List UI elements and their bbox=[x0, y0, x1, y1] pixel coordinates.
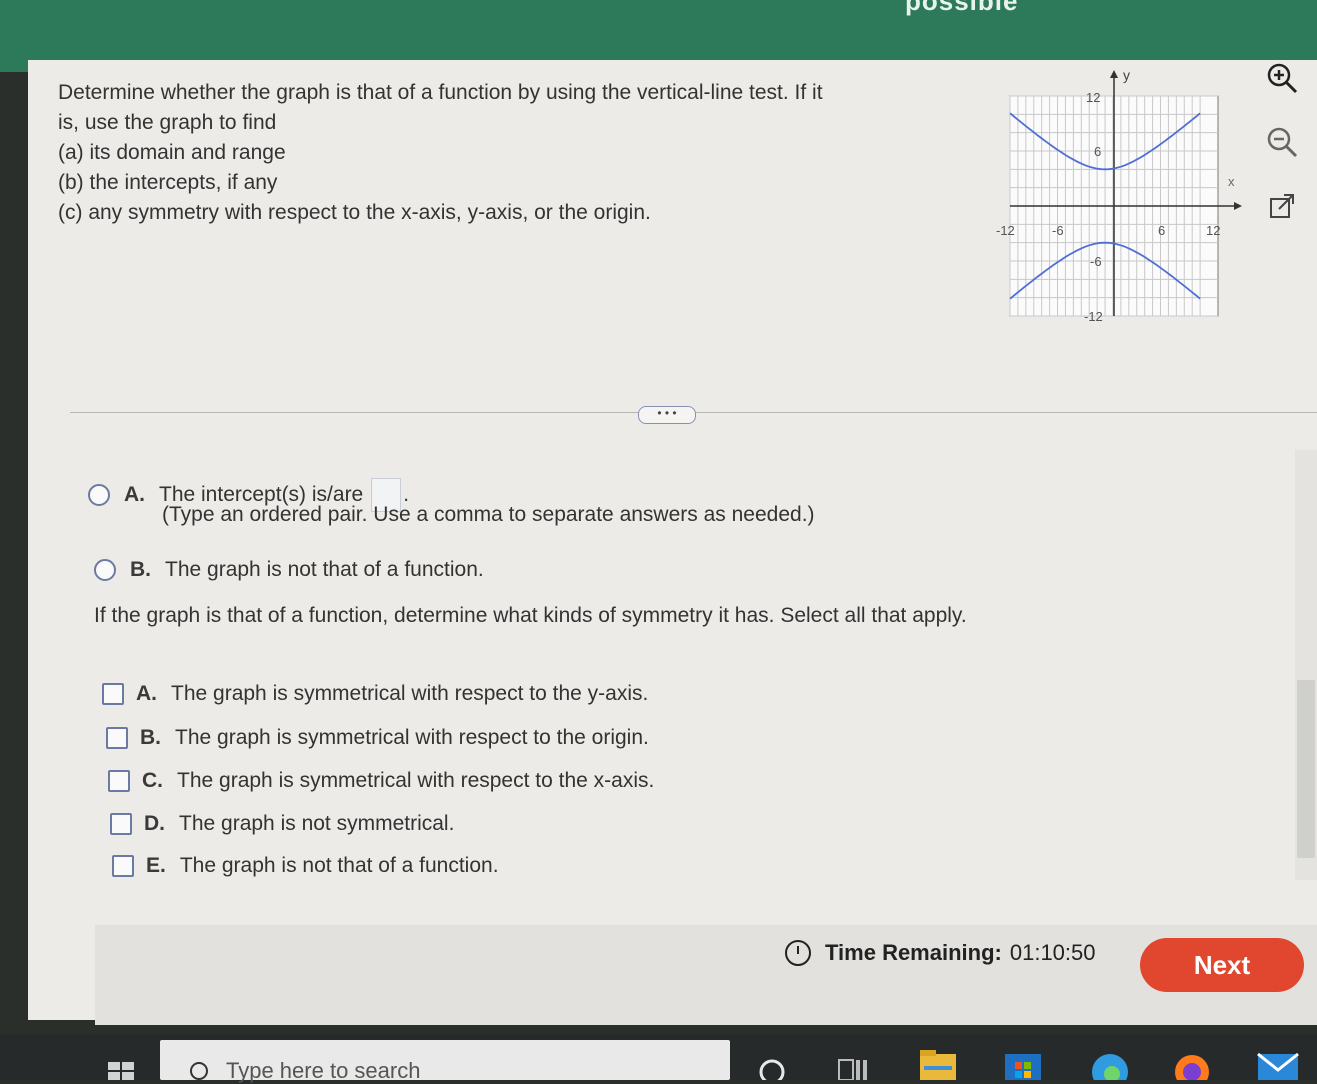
tick-label-y: 12 bbox=[1086, 90, 1100, 105]
scrollbar-thumb[interactable] bbox=[1297, 680, 1315, 858]
tick-label-x: -12 bbox=[996, 223, 1015, 238]
question-prompt: Determine whether the graph is that of a… bbox=[58, 78, 938, 228]
symmetry-option-c[interactable]: C. The graph is symmetrical with respect… bbox=[108, 769, 654, 793]
checkbox[interactable] bbox=[102, 683, 124, 705]
zoom-out-button[interactable] bbox=[1262, 122, 1302, 162]
x-axis-arrow bbox=[1234, 202, 1242, 210]
function-graph[interactable]: y x 12 6 -6 -12 -12 -6 6 12 bbox=[990, 62, 1255, 332]
prompt-line: (b) the intercepts, if any bbox=[58, 171, 278, 194]
option-text: The graph is not that of a function. bbox=[165, 558, 484, 581]
symmetry-option-b[interactable]: B. The graph is symmetrical with respect… bbox=[106, 726, 649, 750]
timer-value: 01:10:50 bbox=[1009, 940, 1096, 965]
y-axis-label: y bbox=[1123, 67, 1130, 83]
prompt-line: (a) its domain and range bbox=[58, 141, 286, 164]
radio-button[interactable] bbox=[94, 559, 116, 581]
tick-label-x: 12 bbox=[1206, 223, 1220, 238]
edge-browser-icon[interactable] bbox=[1090, 1048, 1130, 1080]
option-text: The graph is not that of a function. bbox=[179, 854, 499, 877]
search-placeholder: Type here to search bbox=[226, 1058, 421, 1083]
symmetry-option-d[interactable]: D. The graph is not symmetrical. bbox=[110, 812, 454, 836]
option-letter: B. bbox=[140, 726, 161, 749]
option-letter: C. bbox=[142, 769, 163, 792]
cortana-icon[interactable] bbox=[758, 1048, 786, 1080]
option-text: The graph is not symmetrical. bbox=[179, 812, 455, 835]
search-icon bbox=[190, 1062, 208, 1080]
header-title: possible bbox=[905, 0, 1019, 16]
y-axis-arrow bbox=[1110, 70, 1118, 78]
mail-icon[interactable] bbox=[1255, 1048, 1301, 1080]
x-axis-label: x bbox=[1228, 174, 1235, 189]
popout-button[interactable] bbox=[1262, 186, 1302, 226]
option-text: The graph is symmetrical with respect to… bbox=[175, 726, 649, 749]
symmetry-option-e[interactable]: E. The graph is not that of a function. bbox=[112, 854, 499, 878]
taskbar-search[interactable]: Type here to search bbox=[160, 1040, 730, 1083]
zoom-in-icon bbox=[1267, 63, 1298, 94]
zoom-out-icon bbox=[1267, 127, 1298, 158]
checkbox[interactable] bbox=[106, 727, 128, 749]
tick-label-y: -6 bbox=[1090, 254, 1102, 269]
scrollbar[interactable] bbox=[1295, 450, 1317, 880]
timer-label: Time Remaining: bbox=[825, 940, 1002, 965]
file-explorer-icon[interactable] bbox=[918, 1048, 958, 1080]
time-remaining: Time Remaining: 01:10:50 bbox=[785, 940, 1096, 966]
checkbox[interactable] bbox=[112, 855, 134, 877]
graph-toolbar bbox=[1262, 58, 1306, 250]
prompt-line: is, use the graph to find bbox=[58, 111, 277, 134]
zoom-in-button[interactable] bbox=[1262, 58, 1302, 98]
option-letter: B. bbox=[130, 558, 151, 581]
tick-label-x: 6 bbox=[1158, 223, 1165, 238]
popout-icon bbox=[1270, 194, 1294, 218]
option-b-not-function[interactable]: B. The graph is not that of a function. bbox=[94, 558, 484, 582]
task-view-icon[interactable] bbox=[836, 1048, 870, 1080]
tick-label-x: -6 bbox=[1052, 223, 1064, 238]
prompt-line: (c) any symmetry with respect to the x-a… bbox=[58, 201, 651, 224]
option-letter: D. bbox=[144, 812, 165, 835]
prompt-line: Determine whether the graph is that of a… bbox=[58, 81, 823, 104]
option-letter: A. bbox=[124, 483, 145, 506]
option-text: The graph is symmetrical with respect to… bbox=[171, 682, 649, 705]
option-letter: E. bbox=[146, 854, 166, 877]
windows-start-icon[interactable] bbox=[108, 1062, 134, 1080]
symmetry-question: If the graph is that of a function, dete… bbox=[94, 604, 967, 627]
firefox-icon[interactable] bbox=[1172, 1048, 1212, 1080]
expand-button[interactable]: • • • bbox=[638, 406, 696, 424]
tick-label-y: 6 bbox=[1094, 144, 1101, 159]
checkbox[interactable] bbox=[110, 813, 132, 835]
checkbox[interactable] bbox=[108, 770, 130, 792]
next-button[interactable]: Next bbox=[1140, 938, 1304, 992]
graph-svg: y x 12 6 -6 -12 -12 -6 6 12 bbox=[996, 67, 1242, 324]
option-letter: A. bbox=[136, 682, 157, 705]
radio-button[interactable] bbox=[88, 484, 110, 506]
tick-label-y: -12 bbox=[1084, 309, 1103, 324]
option-text: The graph is symmetrical with respect to… bbox=[177, 769, 655, 792]
option-a-hint: (Type an ordered pair. Use a comma to se… bbox=[162, 503, 815, 526]
store-icon[interactable] bbox=[1003, 1048, 1043, 1080]
symmetry-option-a[interactable]: A. The graph is symmetrical with respect… bbox=[102, 682, 648, 706]
clock-icon bbox=[785, 940, 811, 966]
footer-bar bbox=[95, 925, 1317, 1025]
